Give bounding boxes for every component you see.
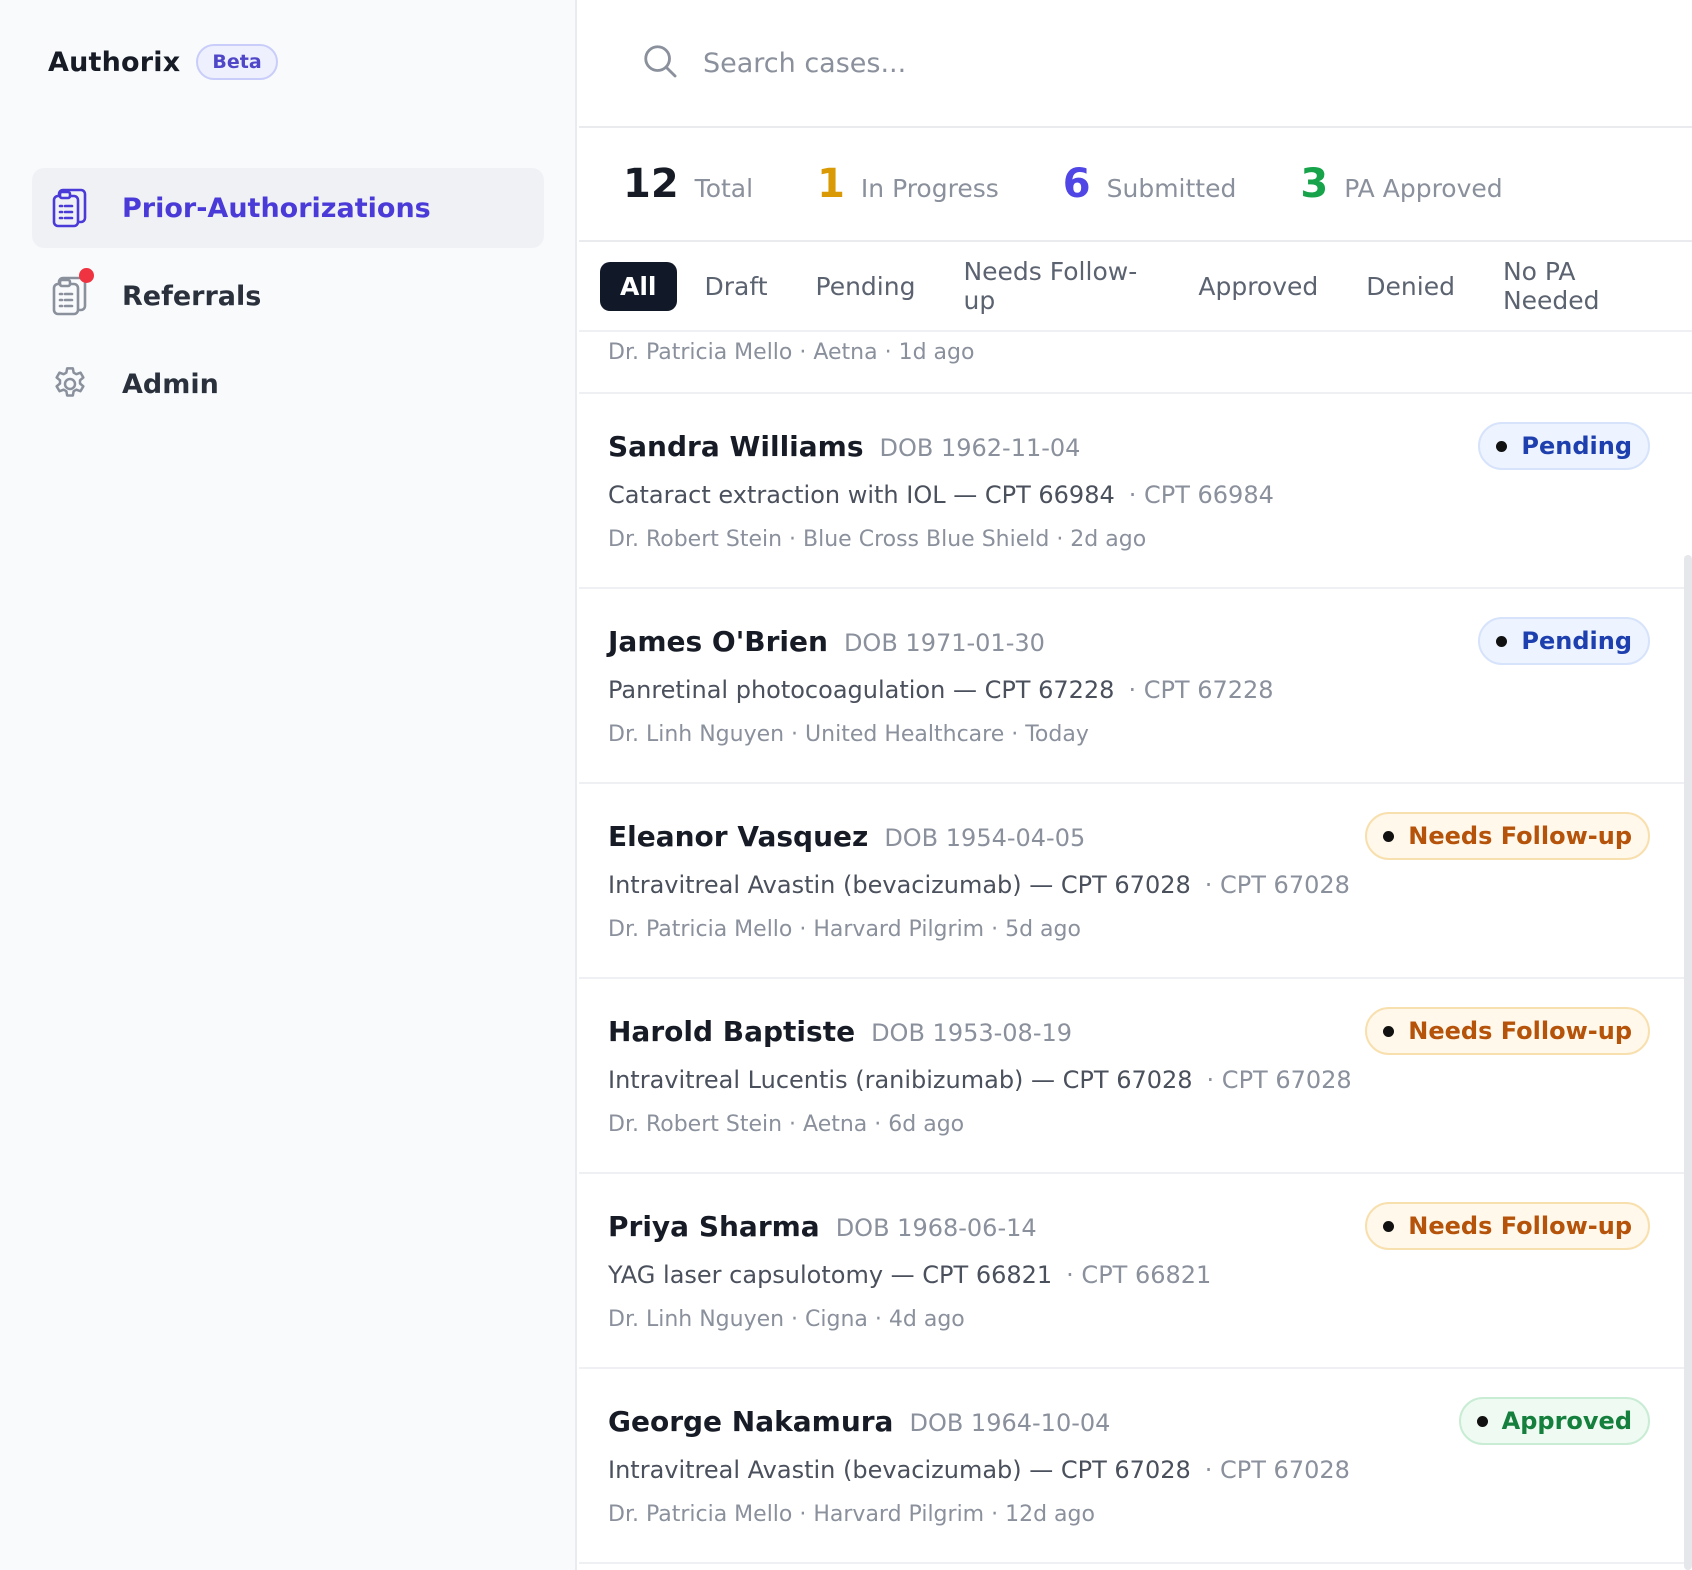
tab-needs-follow-up[interactable]: Needs Follow-up <box>943 247 1170 325</box>
case-meta: Dr. Robert Stein · Blue Cross Blue Shiel… <box>608 527 1147 552</box>
list-item[interactable]: George Nakamura DOB 1964-10-04 Intravitr… <box>579 1369 1692 1564</box>
patient-dob: DOB 1971-01-30 <box>843 629 1045 657</box>
stat-label: In Progress <box>860 174 999 203</box>
status-badge: Needs Follow-up <box>1365 1202 1650 1250</box>
clipboard-stack-icon <box>50 268 94 318</box>
case-meta: Dr. Linh Nguyen · Cigna · 4d ago <box>608 1307 965 1332</box>
case-meta: Dr. Robert Stein · Aetna · 6d ago <box>608 1112 965 1137</box>
sidebar-nav: Prior-Authorizations Referrals Admin <box>32 168 544 432</box>
app-name: Authorix <box>48 46 181 78</box>
gear-icon <box>50 362 90 406</box>
stats-bar: 12 Total 1 In Progress 6 Submitted 3 PA … <box>579 128 1692 242</box>
sidebar-item-prior-authorizations[interactable]: Prior-Authorizations <box>32 168 544 248</box>
cpt-code: · CPT 66984 <box>1128 481 1274 509</box>
list-item[interactable]: Harold Baptiste DOB 1953-08-19 Intravitr… <box>579 979 1692 1174</box>
stat-number: 3 <box>1300 161 1329 207</box>
status-badge: Needs Follow-up <box>1365 812 1650 860</box>
status-badge: Needs Follow-up <box>1365 1007 1650 1055</box>
list-item[interactable]: Eleanor Vasquez DOB 1954-04-05 Intravitr… <box>579 784 1692 979</box>
stat-label: Submitted <box>1106 174 1237 203</box>
patient-name: Sandra Williams <box>608 430 864 463</box>
patient-name: Harold Baptiste <box>608 1015 856 1048</box>
list-item[interactable]: Priya Sharma DOB 1968-06-14 YAG laser ca… <box>579 1174 1692 1369</box>
search-icon <box>641 42 679 84</box>
tab-all[interactable]: All <box>600 261 677 311</box>
status-label: Needs Follow-up <box>1408 1212 1632 1240</box>
stat-label: PA Approved <box>1344 174 1503 203</box>
procedure: Intravitreal Lucentis (ranibizumab) — CP… <box>608 1066 1193 1094</box>
procedure: Panretinal photocoagulation — CPT 67228 <box>608 676 1115 704</box>
patient-dob: DOB 1954-04-05 <box>884 824 1086 852</box>
case-meta: Dr. Patricia Mello · Aetna · 1d ago <box>608 340 975 365</box>
patient-name: Eleanor Vasquez <box>608 820 869 853</box>
search-bar <box>579 0 1692 128</box>
sidebar-item-referrals[interactable]: Referrals <box>32 256 544 336</box>
procedure: YAG laser capsulotomy — CPT 66821 <box>608 1261 1053 1289</box>
tab-no-pa-needed[interactable]: No PA Needed <box>1483 247 1684 325</box>
case-meta: Dr. Patricia Mello · Harvard Pilgrim · 1… <box>608 1502 1095 1527</box>
stat-number: 6 <box>1062 161 1091 207</box>
cpt-code: · CPT 67028 <box>1204 871 1350 899</box>
tab-approved[interactable]: Approved <box>1178 262 1338 311</box>
stat-total[interactable]: 12 Total <box>623 161 753 207</box>
case-list: Dr. Patricia Mello · Aetna · 1d ago Sand… <box>579 332 1692 1564</box>
tab-pending[interactable]: Pending <box>796 262 936 311</box>
status-label: Pending <box>1521 432 1632 460</box>
main-panel: 12 Total 1 In Progress 6 Submitted 3 PA … <box>579 0 1692 1570</box>
stat-submitted[interactable]: 6 Submitted <box>1063 161 1237 207</box>
sidebar-item-admin[interactable]: Admin <box>32 344 544 424</box>
sidebar-item-label: Prior-Authorizations <box>122 192 431 224</box>
status-label: Pending <box>1521 627 1632 655</box>
procedure: Intravitreal Avastin (bevacizumab) — CPT… <box>608 1456 1191 1484</box>
list-item-partial[interactable]: Dr. Patricia Mello · Aetna · 1d ago <box>579 332 1692 394</box>
stat-number: 1 <box>817 161 845 207</box>
cpt-code: · CPT 67228 <box>1128 676 1274 704</box>
patient-dob: DOB 1953-08-19 <box>871 1019 1073 1047</box>
case-meta: Dr. Linh Nguyen · United Healthcare · To… <box>608 722 1089 747</box>
stat-pa-approved[interactable]: 3 PA Approved <box>1300 161 1502 207</box>
filter-tabs: All Draft Pending Needs Follow-up Approv… <box>579 242 1692 332</box>
status-badge: Pending <box>1478 422 1650 470</box>
list-item[interactable]: Sandra Williams DOB 1962-11-04 Cataract … <box>579 394 1692 589</box>
patient-name: James O'Brien <box>608 625 828 658</box>
status-label: Needs Follow-up <box>1408 1017 1632 1045</box>
patient-name: Priya Sharma <box>608 1210 820 1243</box>
case-meta: Dr. Patricia Mello · Harvard Pilgrim · 5… <box>608 917 1081 942</box>
clipboard-icon <box>50 186 90 230</box>
tab-denied[interactable]: Denied <box>1346 262 1475 311</box>
stat-in-progress[interactable]: 1 In Progress <box>817 161 999 207</box>
scrollbar[interactable] <box>1684 555 1692 1570</box>
patient-name: George Nakamura <box>608 1405 894 1438</box>
cpt-code: · CPT 67028 <box>1204 1456 1350 1484</box>
status-badge: Pending <box>1478 617 1650 665</box>
stat-number: 12 <box>623 161 679 207</box>
brand: Authorix Beta <box>48 44 278 80</box>
search-input[interactable] <box>703 47 1503 79</box>
notification-dot <box>79 268 94 283</box>
stat-label: Total <box>694 174 754 203</box>
procedure: Cataract extraction with IOL — CPT 66984 <box>608 481 1115 509</box>
cpt-code: · CPT 66821 <box>1066 1261 1212 1289</box>
beta-badge: Beta <box>196 44 278 80</box>
list-item[interactable]: James O'Brien DOB 1971-01-30 Panretinal … <box>579 589 1692 784</box>
status-label: Approved <box>1501 1407 1632 1435</box>
tab-draft[interactable]: Draft <box>685 262 788 311</box>
cpt-code: · CPT 67028 <box>1206 1066 1352 1094</box>
patient-dob: DOB 1964-10-04 <box>909 1409 1111 1437</box>
sidebar: Authorix Beta Prior-Authorizations Refer… <box>0 0 577 1570</box>
status-label: Needs Follow-up <box>1408 822 1632 850</box>
patient-dob: DOB 1968-06-14 <box>835 1214 1037 1242</box>
patient-dob: DOB 1962-11-04 <box>879 434 1081 462</box>
status-badge: Approved <box>1458 1397 1650 1445</box>
sidebar-item-label: Admin <box>122 368 219 400</box>
sidebar-item-label: Referrals <box>122 280 262 312</box>
procedure: Intravitreal Avastin (bevacizumab) — CPT… <box>608 871 1191 899</box>
